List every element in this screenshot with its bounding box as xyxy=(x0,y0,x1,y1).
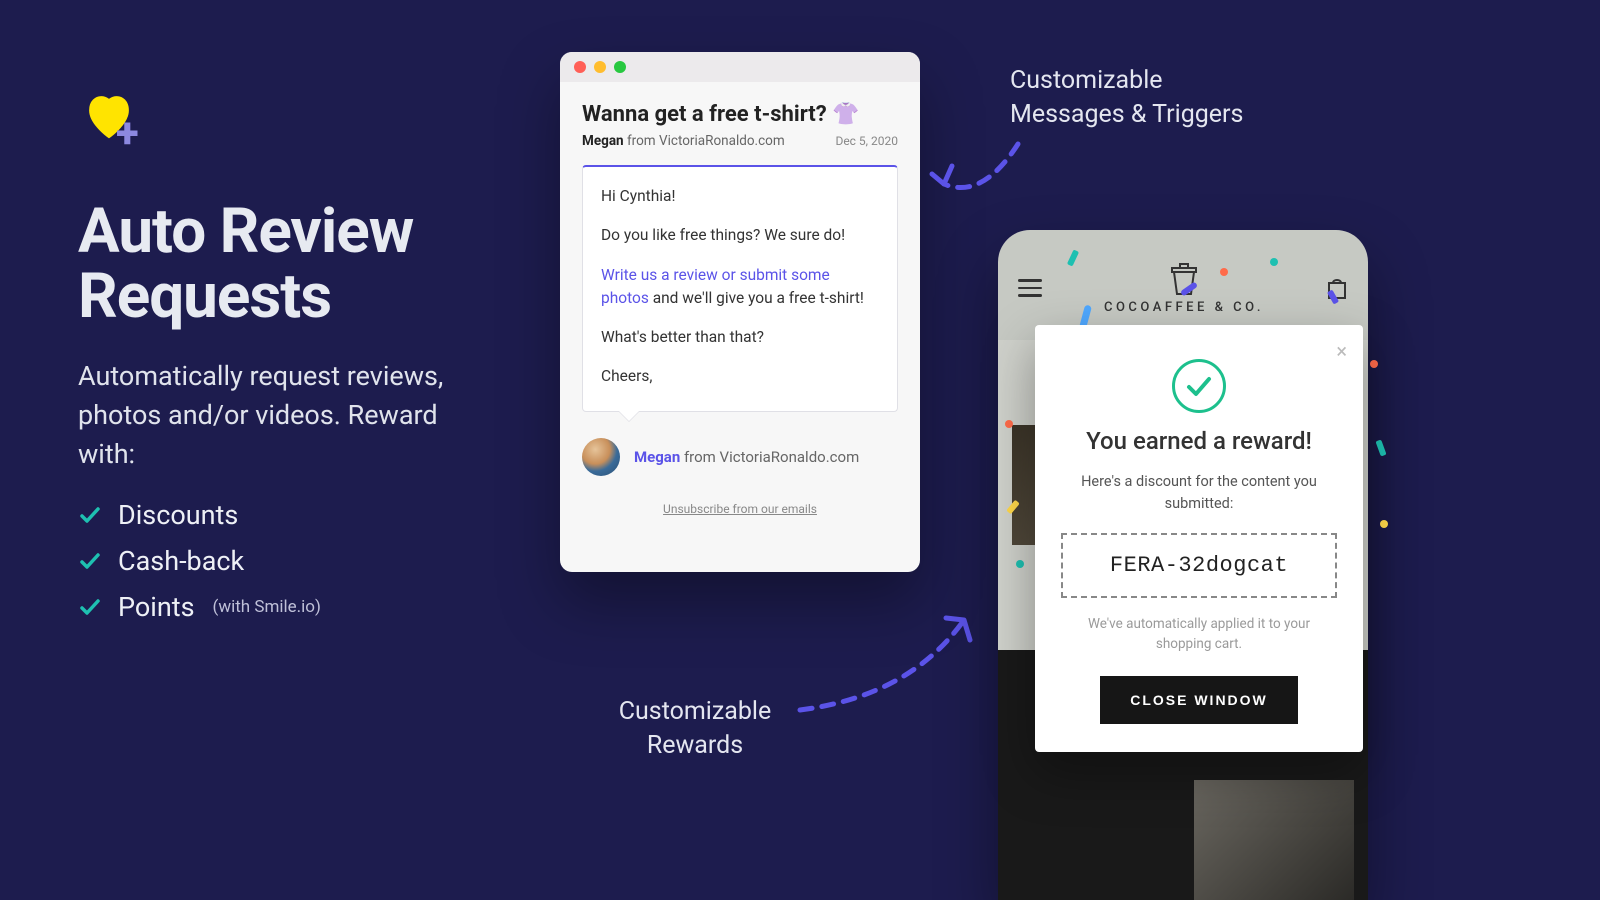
signature-text: Megan from VictoriaRonaldo.com xyxy=(634,448,859,466)
confetti-icon xyxy=(1220,268,1228,276)
confetti-icon xyxy=(1380,520,1388,528)
unsubscribe-link[interactable]: Unsubscribe from our emails xyxy=(663,502,817,516)
plus-icon: + xyxy=(116,109,139,158)
modal-lead: Here's a discount for the content you su… xyxy=(1061,471,1337,515)
close-icon[interactable]: × xyxy=(1336,339,1347,363)
avatar xyxy=(582,438,620,476)
bullet-cashback: Cash-back xyxy=(78,545,498,577)
title-line1: Auto Review xyxy=(78,195,413,268)
callout-rewards: Customizable Rewards xyxy=(605,695,785,763)
reward-modal: × You earned a reward! Here's a discount… xyxy=(1035,325,1363,752)
product-tile[interactable] xyxy=(1194,780,1354,900)
bullet-points: Points (with Smile.io) xyxy=(78,591,498,623)
unsubscribe-row: Unsubscribe from our emails xyxy=(560,498,920,517)
bullet-discounts: Discounts xyxy=(78,499,498,531)
email-signature: Megan from VictoriaRonaldo.com xyxy=(560,424,920,476)
email-header: Wanna get a free t-shirt? 👚 Megan from V… xyxy=(560,82,920,155)
email-mockup-window: Wanna get a free t-shirt? 👚 Megan from V… xyxy=(560,52,920,572)
email-line1: Do you like free things? We sure do! xyxy=(601,224,879,247)
email-body: Hi Cynthia! Do you like free things? We … xyxy=(582,165,898,412)
confetti-icon xyxy=(1270,258,1278,266)
window-minimize-dot[interactable] xyxy=(594,61,606,73)
email-greeting: Hi Cynthia! xyxy=(601,185,879,208)
window-maximize-dot[interactable] xyxy=(614,61,626,73)
phone-header: COCOAFFEE & CO. xyxy=(998,230,1368,340)
callout-messages-triggers: Customizable Messages & Triggers xyxy=(1010,64,1243,132)
email-sender-name: Megan xyxy=(582,133,624,149)
store-brand-text: COCOAFFEE & CO. xyxy=(1104,300,1264,315)
email-date: Dec 5, 2020 xyxy=(835,134,898,148)
email-cta-line: Write us a review or submit some photos … xyxy=(601,264,879,311)
close-window-button[interactable]: CLOSE WINDOW xyxy=(1100,676,1298,724)
confetti-icon xyxy=(1005,420,1013,428)
brand-logo: + xyxy=(78,85,158,147)
email-signoff: Cheers, xyxy=(601,365,879,388)
speech-bubble-tail xyxy=(619,411,639,421)
confetti-icon xyxy=(1370,360,1378,368)
page-title: Auto Review Requests xyxy=(78,199,498,329)
check-icon xyxy=(1185,374,1213,398)
discount-code[interactable]: FERA-32dogcat xyxy=(1061,533,1337,598)
email-sender: Megan from VictoriaRonaldo.com xyxy=(582,133,785,149)
modal-title: You earned a reward! xyxy=(1061,427,1337,455)
confetti-icon xyxy=(1375,439,1386,456)
left-panel: + Auto Review Requests Automatically req… xyxy=(78,85,498,637)
arrow-top xyxy=(922,130,1022,220)
arrow-bottom xyxy=(790,590,990,720)
bullet-label: Cash-back xyxy=(118,545,244,577)
confetti-icon xyxy=(1016,560,1024,568)
hamburger-icon[interactable] xyxy=(1018,279,1042,297)
check-icon xyxy=(78,549,102,573)
check-icon xyxy=(78,503,102,527)
page-subtitle: Automatically request reviews, photos an… xyxy=(78,357,498,474)
email-line3: What's better than that? xyxy=(601,326,879,349)
modal-note: We've automatically applied it to your s… xyxy=(1061,614,1337,655)
email-subject: Wanna get a free t-shirt? 👚 xyxy=(582,102,898,127)
success-badge xyxy=(1172,359,1226,413)
window-close-dot[interactable] xyxy=(574,61,586,73)
bullet-label: Discounts xyxy=(118,499,238,531)
bullet-small-note: (with Smile.io) xyxy=(213,597,321,617)
bullet-label: Points xyxy=(118,591,195,623)
window-titlebar xyxy=(560,52,920,82)
title-line2: Requests xyxy=(78,260,331,333)
check-icon xyxy=(78,595,102,619)
reward-bullet-list: Discounts Cash-back Points (with Smile.i… xyxy=(78,499,498,623)
